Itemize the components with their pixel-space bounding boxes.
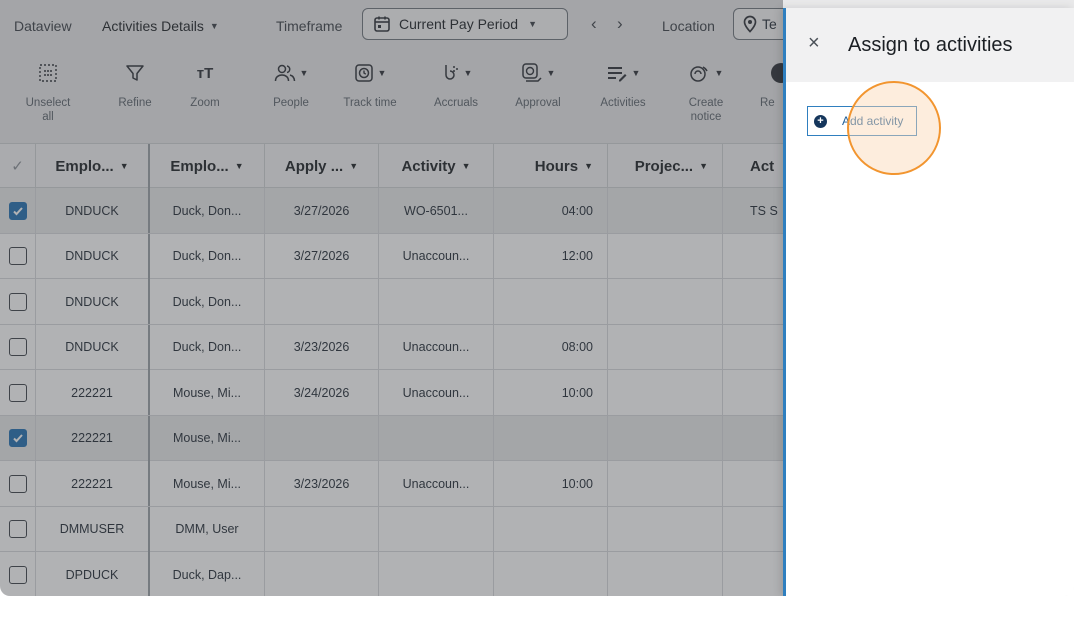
modal-backdrop[interactable] — [0, 0, 783, 596]
app-window: Dataview Activities Details ▼ Timeframe C… — [0, 0, 1074, 596]
click-highlight — [847, 81, 941, 175]
panel-header: × Assign to activities — [786, 8, 1074, 82]
plus-circle-icon: + — [814, 114, 827, 128]
close-icon[interactable]: × — [808, 32, 820, 55]
page-background — [0, 596, 1074, 621]
panel-title: Assign to activities — [848, 34, 1013, 56]
